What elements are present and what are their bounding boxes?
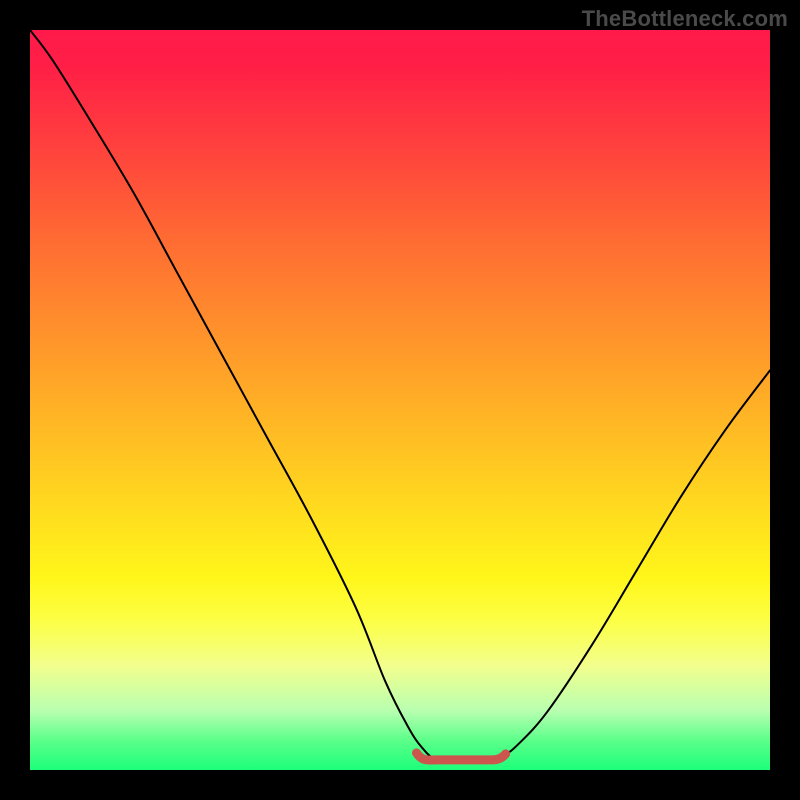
- bottleneck-curve: [30, 30, 770, 760]
- watermark-text: TheBottleneck.com: [582, 6, 788, 32]
- plot-gradient-area: [30, 30, 770, 770]
- curve-svg: [30, 30, 770, 770]
- chart-frame: TheBottleneck.com: [0, 0, 800, 800]
- optimal-range-marker: [417, 753, 506, 760]
